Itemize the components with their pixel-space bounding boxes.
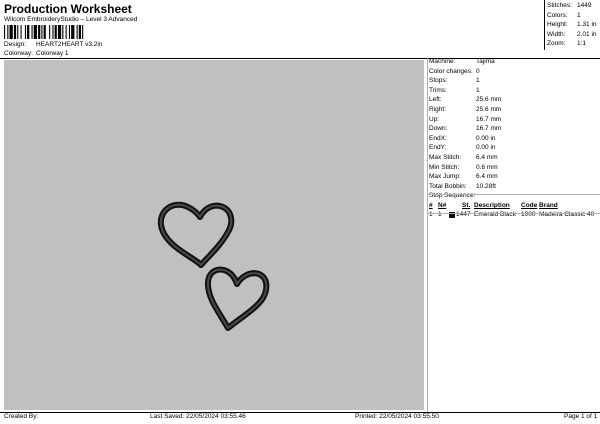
design-preview	[4, 60, 424, 410]
detail-label: EndY:	[429, 144, 447, 152]
cell-brand: Madeira Classic 40	[539, 210, 595, 218]
detail-value: 16.7 mm	[476, 125, 502, 133]
last-saved: Last Saved: 22/05/2024 03:55.46	[150, 413, 246, 420]
barcode	[4, 25, 84, 39]
detail-label: Down:	[429, 125, 448, 133]
detail-value: 0.00 in	[476, 134, 496, 142]
col-header-n: N#	[438, 201, 447, 209]
detail-label: Machine:	[429, 58, 456, 65]
col-header-code: Code	[521, 201, 538, 209]
detail-value: 16.7 mm	[476, 115, 502, 123]
colorway-label: Colorway:	[4, 50, 33, 57]
detail-label: Right:	[429, 105, 446, 113]
detail-row: Left: 25.6 mm	[428, 96, 600, 106]
stat-label: Stitches:	[547, 2, 572, 9]
detail-row: Trims: 1	[428, 87, 600, 97]
detail-row: Min Stitch: 0.6 mm	[428, 164, 600, 174]
col-header-brand: Brand	[539, 201, 558, 209]
cell-num: 1	[429, 210, 433, 218]
stat-label: Width:	[547, 30, 566, 38]
stats-box: Stitches: 1449 Colors: 1 Height: 1.31 in Wi…	[544, 2, 600, 50]
stat-label: Height:	[547, 21, 568, 28]
detail-value: 25.6 mm	[476, 105, 502, 113]
detail-row: Right: 25.6 mm	[428, 106, 600, 116]
printed-date: Printed: 22/05/2024 03:55.50	[355, 413, 439, 420]
stat-value: 1.31 in	[577, 21, 597, 28]
detail-value: 6.4 mm	[476, 173, 498, 181]
detail-label: Max Stitch:	[429, 153, 462, 161]
stat-value: 1	[577, 11, 581, 19]
software-subtitle: Wilcom EmbroideryStudio – Level 3 Advanc…	[4, 16, 138, 23]
stat-stitches: Stitches: 1449	[544, 2, 600, 12]
worksheet-title: Production Worksheet	[4, 2, 132, 16]
stat-height: Height: 1.31 in	[544, 21, 600, 31]
detail-row: Color changes: 0	[428, 68, 600, 78]
detail-row: Max Jump: 6.4 mm	[428, 173, 600, 183]
stat-label: Colors:	[547, 11, 568, 19]
sequence-divider	[428, 213, 600, 214]
detail-label: Total Bobbin:	[429, 182, 467, 190]
hearts-embroidery	[157, 201, 270, 331]
left-heart-inner	[159, 203, 233, 266]
detail-value: 0.6 mm	[476, 163, 498, 171]
detail-value: 10.28ft	[476, 182, 496, 190]
detail-value: 1	[476, 86, 480, 94]
detail-row: Total Bobbin: 10.28ft	[428, 183, 600, 193]
stat-zoom: Zoom: 1:1	[544, 40, 600, 50]
detail-label: Max Jump:	[429, 173, 461, 181]
machine-details-panel: Machine: Tajima Color changes: 0 Stops: 1 T…	[428, 58, 600, 220]
detail-row: EndY: 0.00 in	[428, 144, 600, 154]
detail-value: 25.6 mm	[476, 96, 502, 104]
detail-row: Up: 16.7 mm	[428, 116, 600, 126]
detail-row: Max Stitch: 6.4 mm	[428, 154, 600, 164]
stat-value: 1449	[577, 2, 592, 9]
col-header-description: Description	[474, 201, 510, 209]
cell-st: 1447	[456, 210, 471, 218]
design-value: HEART2HEART v3.2in	[36, 41, 103, 48]
detail-row: Stops: 1	[428, 77, 600, 87]
detail-label: Left:	[429, 96, 442, 104]
detail-value: 0	[476, 67, 480, 75]
detail-value: 0.00 in	[476, 144, 496, 152]
detail-label: Stops:	[429, 77, 448, 85]
details-divider	[428, 194, 600, 195]
stat-value: 1:1	[577, 40, 587, 47]
colorway-value: Colorway 1	[36, 50, 69, 57]
design-row: Design: HEART2HEART v3.2in	[0, 41, 300, 50]
page-number: Page 1 of 1	[564, 413, 598, 420]
created-by: Created By:	[4, 413, 39, 420]
detail-row: Down: 16.7 mm	[428, 125, 600, 135]
detail-label: Color changes:	[429, 67, 473, 75]
cell-n: 1	[438, 210, 442, 218]
col-header-st: St.	[462, 201, 471, 209]
detail-label: Up:	[429, 115, 440, 123]
detail-value: 6.4 mm	[476, 153, 498, 161]
cell-code: 1000	[521, 210, 536, 218]
detail-value: 1	[476, 77, 480, 85]
cell-description: Emerald Black	[474, 210, 516, 218]
right-heart-outline	[204, 266, 270, 331]
design-label: Design:	[4, 41, 27, 48]
detail-label: Min Stitch:	[429, 163, 460, 171]
detail-label: Trims:	[429, 86, 447, 94]
detail-row: EndX: 0.00 in	[428, 135, 600, 145]
detail-value: Tajima	[476, 58, 495, 65]
col-header-num: #	[429, 201, 433, 209]
stat-colors: Colors: 1	[544, 12, 600, 22]
detail-row: Machine: Tajima	[428, 58, 600, 68]
stat-label: Zoom:	[547, 40, 566, 47]
stop-sequence-header: # N# St. Description Code Brand	[428, 202, 600, 211]
stat-width: Width: 2.01 in	[544, 31, 600, 41]
detail-label: EndX:	[429, 134, 447, 142]
footer-divider	[0, 412, 600, 413]
stat-value: 2.01 in	[577, 30, 597, 38]
